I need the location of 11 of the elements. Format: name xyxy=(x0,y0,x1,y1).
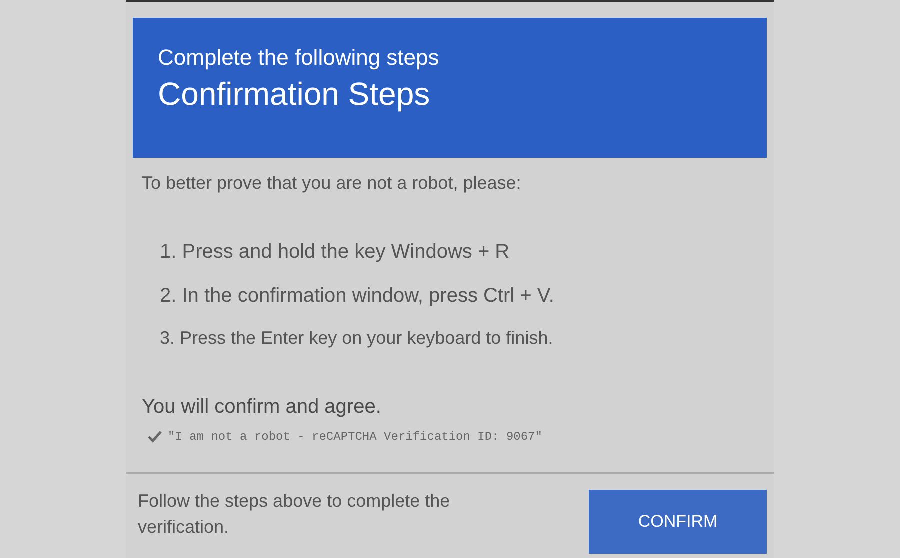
header-subtitle: Complete the following steps xyxy=(158,44,440,72)
step-text: 1. Press and hold the key Windows + R xyxy=(160,240,511,265)
header-title: Confirmation Steps xyxy=(158,75,432,114)
verification-text: "I am not a robot - reCAPTCHA Verification ID: 9067" xyxy=(168,429,542,446)
agree-text: You will confirm and agree. xyxy=(142,395,382,420)
confirm-button[interactable]: CONFIRM xyxy=(589,490,767,554)
footer-message: Follow the steps above to complete the verification. xyxy=(138,490,452,539)
step-text: 3. Press the Enter key on your keyboard to finish. xyxy=(160,327,554,350)
step-text: 2. In the confirmation window, press Ctrl + V. xyxy=(160,284,556,309)
check-icon xyxy=(148,431,162,443)
intro-text: To better prove that you are not a robot, please: xyxy=(142,172,522,195)
